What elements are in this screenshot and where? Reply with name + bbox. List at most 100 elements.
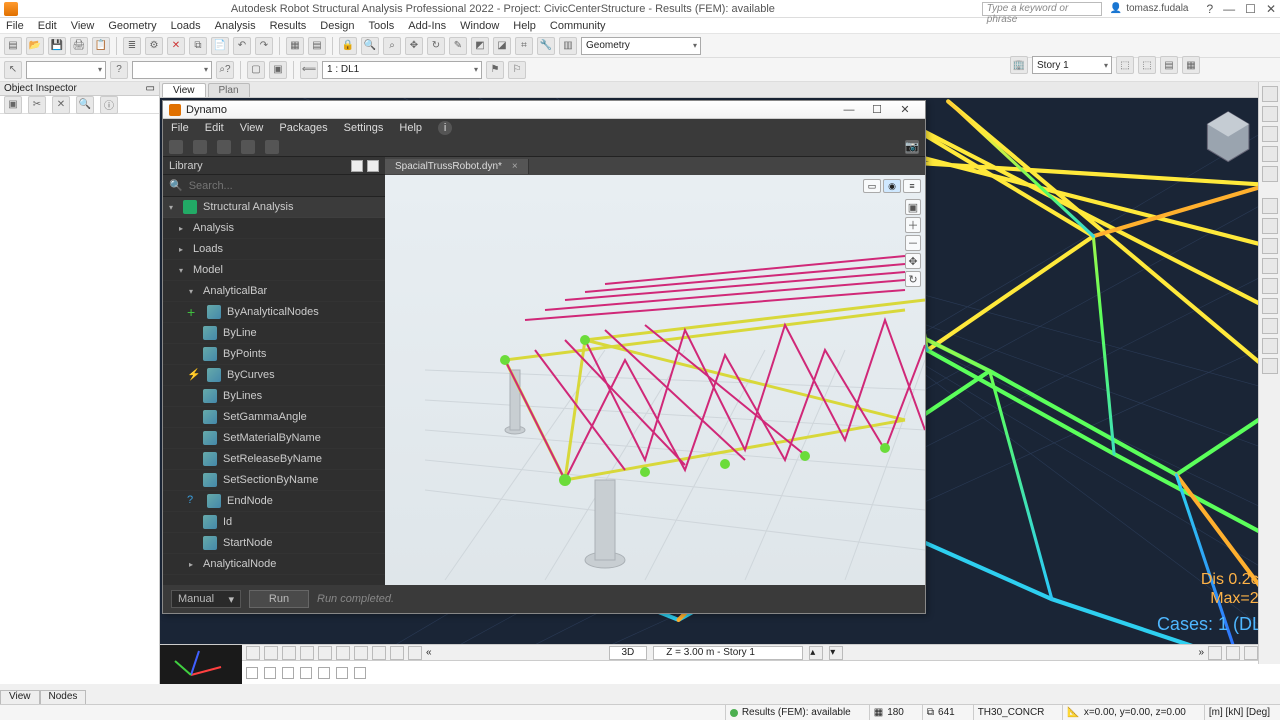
node-bypoints[interactable]: ByPoints <box>163 344 385 365</box>
lr-6[interactable] <box>336 667 348 679</box>
rt-13[interactable] <box>1262 338 1278 354</box>
vb-7[interactable] <box>354 646 368 660</box>
story-btn3[interactable]: ▤ <box>1160 56 1178 74</box>
dyn-menu-settings[interactable]: Settings <box>344 122 384 134</box>
node-bycurves[interactable]: ⚡ByCurves <box>163 365 385 386</box>
tb-redo[interactable]: ↷ <box>255 37 273 55</box>
story-combo[interactable]: Story 1 <box>1032 56 1112 74</box>
vb-3[interactable] <box>282 646 296 660</box>
rt-4[interactable] <box>1262 146 1278 162</box>
menu-geometry[interactable]: Geometry <box>108 20 156 32</box>
help-icon[interactable]: ? <box>1206 2 1213 16</box>
tb-zoomwin[interactable]: ⌕ <box>383 37 401 55</box>
menu-community[interactable]: Community <box>550 20 606 32</box>
sel-view1[interactable]: ▢ <box>247 61 265 79</box>
user-area[interactable]: 👤 tomasz.fudala <box>1110 3 1189 14</box>
sel-combo2[interactable] <box>132 61 212 79</box>
oi-btn2[interactable]: ✂ <box>28 96 46 114</box>
dyn-zoomout-icon[interactable]: － <box>905 235 921 251</box>
rt-5[interactable] <box>1262 166 1278 182</box>
tree-analyticalbar[interactable]: ▾AnalyticalBar <box>163 281 385 302</box>
tb-screenshot[interactable]: 📋 <box>92 37 110 55</box>
tb-pan[interactable]: ✥ <box>405 37 423 55</box>
help-search[interactable]: Type a keyword or phrase <box>982 2 1102 16</box>
dyn-menu-info-icon[interactable]: i <box>438 121 452 135</box>
maximize-icon[interactable]: ☐ <box>1245 2 1256 16</box>
tb-delete[interactable]: ✕ <box>167 37 185 55</box>
vb-more[interactable]: « <box>426 647 432 658</box>
rt-8[interactable] <box>1262 238 1278 254</box>
node-setgammaangle[interactable]: SetGammaAngle <box>163 407 385 428</box>
menu-edit[interactable]: Edit <box>38 20 57 32</box>
vb-10[interactable] <box>408 646 422 660</box>
lr-5[interactable] <box>318 667 330 679</box>
tb-copy[interactable]: ⧉ <box>189 37 207 55</box>
axis-gizmo[interactable] <box>160 645 242 684</box>
rt-11[interactable] <box>1262 298 1278 314</box>
rt-1[interactable] <box>1262 86 1278 102</box>
vb-6[interactable] <box>336 646 350 660</box>
dyn-camera-icon[interactable]: 📷 <box>905 140 919 154</box>
tb-table[interactable]: ▦ <box>286 37 304 55</box>
dynamo-search-input[interactable] <box>189 180 379 192</box>
vb-8[interactable] <box>372 646 386 660</box>
tab-plan[interactable]: Plan <box>208 83 250 97</box>
lib-btn2[interactable] <box>367 160 379 172</box>
rt-10[interactable] <box>1262 278 1278 294</box>
vb-down[interactable]: ▾ <box>829 646 843 660</box>
rt-3[interactable] <box>1262 126 1278 142</box>
tb-orbit[interactable]: ↻ <box>427 37 445 55</box>
tb-sel4[interactable]: ⌗ <box>515 37 533 55</box>
tree-model[interactable]: ▾Model <box>163 260 385 281</box>
menu-addins[interactable]: Add-Ins <box>408 20 446 32</box>
menu-results[interactable]: Results <box>270 20 307 32</box>
node-setrelease[interactable]: SetReleaseByName <box>163 449 385 470</box>
lib-btn1[interactable] <box>351 160 363 172</box>
node-setmaterial[interactable]: SetMaterialByName <box>163 428 385 449</box>
vb-r1[interactable] <box>1208 646 1222 660</box>
lr-1[interactable] <box>246 667 258 679</box>
dynamo-search[interactable]: 🔍 <box>163 175 385 197</box>
dynamo-titlebar[interactable]: Dynamo — ☐ ✕ <box>163 101 925 119</box>
case-prev[interactable]: ⟸ <box>300 61 318 79</box>
oi-info-icon[interactable]: ⓘ <box>100 96 118 114</box>
tb-settings[interactable]: 🔧 <box>537 37 555 55</box>
dyn-view-3d[interactable]: ◉ <box>883 179 901 193</box>
tb-sel3[interactable]: ◪ <box>493 37 511 55</box>
tree-analysis[interactable]: ▸Analysis <box>163 218 385 239</box>
node-byline[interactable]: ByLine <box>163 323 385 344</box>
vb-scroll[interactable]: » <box>1198 647 1204 658</box>
view-3d-pill[interactable]: 3D <box>609 646 648 660</box>
menu-file[interactable]: File <box>6 20 24 32</box>
tb-calc[interactable]: ⚙ <box>145 37 163 55</box>
story-btn1[interactable]: ⬚ <box>1116 56 1134 74</box>
rt-12[interactable] <box>1262 318 1278 334</box>
close-icon[interactable]: ✕ <box>1266 2 1276 16</box>
sel-combo1[interactable] <box>26 61 106 79</box>
menu-loads[interactable]: Loads <box>171 20 201 32</box>
story-icon[interactable]: 🏢 <box>1010 56 1028 74</box>
dyn-new-icon[interactable] <box>169 140 183 154</box>
tab-close-icon[interactable]: × <box>512 161 518 172</box>
dyn-open-icon[interactable] <box>193 140 207 154</box>
tb-paste[interactable]: 📄 <box>211 37 229 55</box>
tree-root[interactable]: ▾Structural Analysis <box>163 197 385 218</box>
rt-9[interactable] <box>1262 258 1278 274</box>
story-btn4[interactable]: ▦ <box>1182 56 1200 74</box>
dyn-menu-help[interactable]: Help <box>399 122 422 134</box>
layout-combo[interactable]: Geometry <box>581 37 701 55</box>
dyn-undo-icon[interactable] <box>241 140 255 154</box>
tab-view[interactable]: View <box>162 83 206 97</box>
menu-analysis[interactable]: Analysis <box>215 20 256 32</box>
rt-14[interactable] <box>1262 358 1278 374</box>
tree-analyticalnode[interactable]: ▸AnalyticalNode <box>163 554 385 575</box>
tb-undo[interactable]: ↶ <box>233 37 251 55</box>
menu-help[interactable]: Help <box>513 20 536 32</box>
status-units[interactable]: [m] [kN] [Deg] <box>1204 705 1274 720</box>
oi-btn1[interactable]: ▣ <box>4 96 22 114</box>
dyn-menu-edit[interactable]: Edit <box>205 122 224 134</box>
sel-view2[interactable]: ▣ <box>269 61 287 79</box>
dynamo-3d-preview[interactable]: ▭ ◉ ≡ ▣ ＋ － ✥ ↻ <box>385 175 925 585</box>
view-z-pill[interactable]: Z = 3.00 m - Story 1 <box>653 646 803 660</box>
sel-filter[interactable]: ⌕? <box>216 61 234 79</box>
